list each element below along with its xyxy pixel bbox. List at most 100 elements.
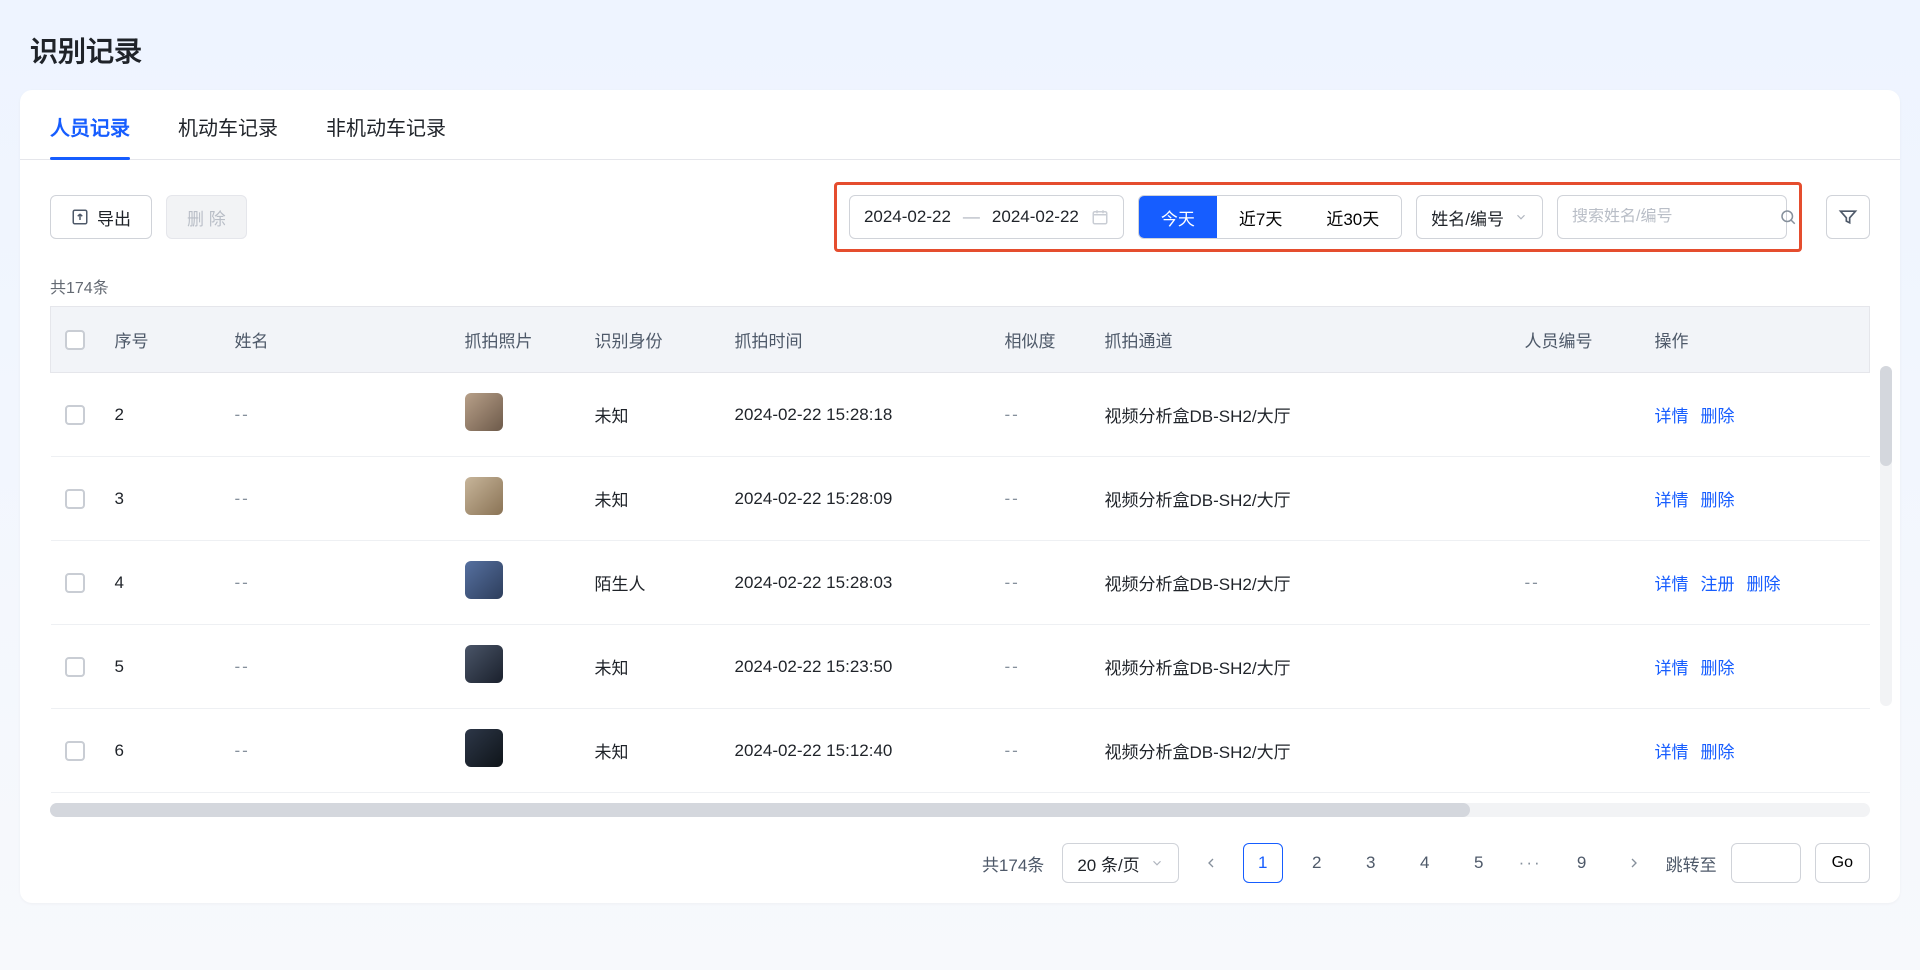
row-action-注册[interactable]: 注册 xyxy=(1701,575,1735,594)
capture-thumbnail[interactable] xyxy=(465,729,503,767)
range-30d-button[interactable]: 近30天 xyxy=(1304,196,1401,238)
tab-vehicle[interactable]: 机动车记录 xyxy=(178,90,278,159)
row-action-详情[interactable]: 详情 xyxy=(1655,407,1689,426)
cell-similarity: -- xyxy=(991,541,1091,625)
chevron-down-icon xyxy=(1514,210,1528,224)
jump-input[interactable] xyxy=(1731,843,1801,883)
cell-ops: 详情注册删除 xyxy=(1641,541,1870,625)
tabs: 人员记录 机动车记录 非机动车记录 xyxy=(20,90,1900,160)
row-checkbox[interactable] xyxy=(65,573,85,593)
date-end: 2024-02-22 xyxy=(992,207,1079,227)
table-row: 5 -- 未知 2024-02-22 15:23:50 -- 视频分析盒DB-S… xyxy=(51,625,1870,709)
range-7d-button[interactable]: 近7天 xyxy=(1217,196,1304,238)
cell-channel: 视频分析盒DB-SH2/大厅 xyxy=(1091,625,1511,709)
row-action-详情[interactable]: 详情 xyxy=(1655,491,1689,510)
export-label: 导出 xyxy=(97,205,131,230)
row-action-详情[interactable]: 详情 xyxy=(1655,743,1689,762)
col-person-no: 人员编号 xyxy=(1511,307,1641,373)
page-2[interactable]: 2 xyxy=(1297,843,1337,883)
search-icon[interactable] xyxy=(1779,208,1797,226)
filter-icon xyxy=(1838,207,1858,227)
jump-go-button[interactable]: Go xyxy=(1815,843,1870,883)
col-channel: 抓拍通道 xyxy=(1091,307,1511,373)
toolbar: 导出 删 除 2024-02-22 — 2024-02-22 今天 近7天 近3… xyxy=(20,160,1900,262)
cell-person-no xyxy=(1511,457,1641,541)
search-input[interactable] xyxy=(1572,208,1779,226)
page-last[interactable]: 9 xyxy=(1562,843,1602,883)
capture-thumbnail[interactable] xyxy=(465,393,503,431)
pagination: 共174条 20 条/页 1 2 3 4 5 ··· 9 跳转至 Go xyxy=(20,817,1900,903)
table-row: 2 -- 未知 2024-02-22 15:28:18 -- 视频分析盒DB-S… xyxy=(51,373,1870,457)
cell-similarity: -- xyxy=(991,373,1091,457)
delete-button: 删 除 xyxy=(166,195,247,239)
col-name: 姓名 xyxy=(221,307,451,373)
row-action-详情[interactable]: 详情 xyxy=(1655,575,1689,594)
row-action-详情[interactable]: 详情 xyxy=(1655,659,1689,678)
date-range-picker[interactable]: 2024-02-22 — 2024-02-22 xyxy=(849,195,1124,239)
page-size-select[interactable]: 20 条/页 xyxy=(1062,843,1178,883)
cell-identity: 陌生人 xyxy=(581,541,721,625)
cell-time: 2024-02-22 15:28:18 xyxy=(721,373,991,457)
page-4[interactable]: 4 xyxy=(1405,843,1445,883)
next-page-button[interactable] xyxy=(1616,845,1652,881)
export-icon xyxy=(71,208,89,226)
row-action-删除[interactable]: 删除 xyxy=(1701,659,1735,678)
cell-identity: 未知 xyxy=(581,373,721,457)
cell-name: -- xyxy=(221,709,451,793)
search-field-label: 姓名/编号 xyxy=(1431,205,1504,230)
cell-time: 2024-02-22 15:12:40 xyxy=(721,709,991,793)
table-row: 6 -- 未知 2024-02-22 15:12:40 -- 视频分析盒DB-S… xyxy=(51,709,1870,793)
horizontal-scrollbar[interactable] xyxy=(50,803,1870,817)
prev-page-button[interactable] xyxy=(1193,845,1229,881)
cell-person-no xyxy=(1511,709,1641,793)
calendar-icon xyxy=(1091,208,1109,226)
cell-seq: 5 xyxy=(101,625,221,709)
row-action-删除[interactable]: 删除 xyxy=(1701,491,1735,510)
select-all-checkbox[interactable] xyxy=(65,330,85,350)
row-checkbox[interactable] xyxy=(65,489,85,509)
cell-ops: 详情删除 xyxy=(1641,457,1870,541)
page-3[interactable]: 3 xyxy=(1351,843,1391,883)
cell-person-no xyxy=(1511,625,1641,709)
capture-thumbnail[interactable] xyxy=(465,477,503,515)
row-checkbox[interactable] xyxy=(65,741,85,761)
chevron-down-icon xyxy=(1150,856,1164,870)
horizontal-scroll-thumb[interactable] xyxy=(50,803,1470,817)
cell-channel: 视频分析盒DB-SH2/大厅 xyxy=(1091,457,1511,541)
cell-seq: 2 xyxy=(101,373,221,457)
search-box xyxy=(1557,195,1787,239)
row-action-删除[interactable]: 删除 xyxy=(1701,743,1735,762)
tab-personnel[interactable]: 人员记录 xyxy=(50,90,130,159)
col-photo: 抓拍照片 xyxy=(451,307,581,373)
delete-label: 删 除 xyxy=(187,205,226,230)
capture-thumbnail[interactable] xyxy=(465,561,503,599)
tab-nonmotor[interactable]: 非机动车记录 xyxy=(326,90,446,159)
col-time: 抓拍时间 xyxy=(721,307,991,373)
page-title: 识别记录 xyxy=(0,0,1920,90)
cell-time: 2024-02-22 15:28:09 xyxy=(721,457,991,541)
cell-seq: 3 xyxy=(101,457,221,541)
total-count: 共174条 xyxy=(20,262,1900,306)
row-checkbox[interactable] xyxy=(65,405,85,425)
cell-channel: 视频分析盒DB-SH2/大厅 xyxy=(1091,541,1511,625)
page-1[interactable]: 1 xyxy=(1243,843,1283,883)
jump-label: 跳转至 xyxy=(1666,851,1717,876)
page-5[interactable]: 5 xyxy=(1459,843,1499,883)
export-button[interactable]: 导出 xyxy=(50,195,152,239)
capture-thumbnail[interactable] xyxy=(465,645,503,683)
cell-identity: 未知 xyxy=(581,457,721,541)
vertical-scrollbar[interactable] xyxy=(1880,366,1892,706)
table-row: 4 -- 陌生人 2024-02-22 15:28:03 -- 视频分析盒DB-… xyxy=(51,541,1870,625)
search-field-select[interactable]: 姓名/编号 xyxy=(1416,195,1543,239)
cell-ops: 详情删除 xyxy=(1641,373,1870,457)
cell-ops: 详情删除 xyxy=(1641,625,1870,709)
range-today-button[interactable]: 今天 xyxy=(1139,196,1217,238)
cell-name: -- xyxy=(221,457,451,541)
filter-button[interactable] xyxy=(1826,195,1870,239)
row-checkbox[interactable] xyxy=(65,657,85,677)
row-action-删除[interactable]: 删除 xyxy=(1701,407,1735,426)
col-ops: 操作 xyxy=(1641,307,1870,373)
vertical-scroll-thumb[interactable] xyxy=(1880,366,1892,466)
row-action-删除[interactable]: 删除 xyxy=(1747,575,1781,594)
cell-similarity: -- xyxy=(991,709,1091,793)
